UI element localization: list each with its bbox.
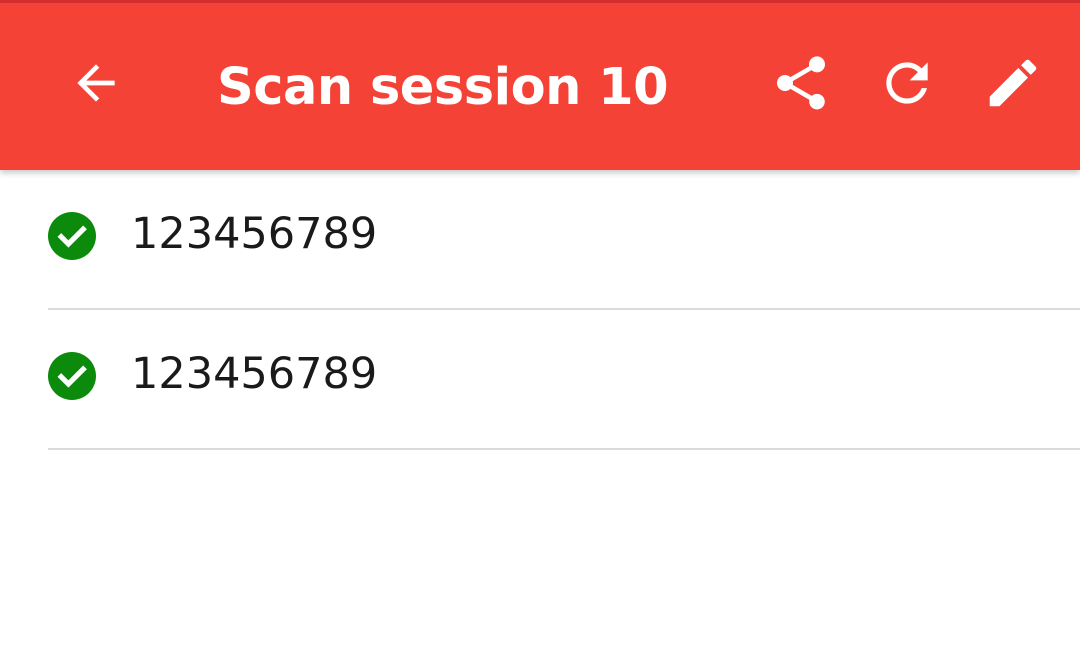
back-button[interactable] <box>41 28 151 138</box>
check-circle-icon <box>48 212 96 260</box>
app-screen: Scan session 10 123456789 123456789 <box>0 0 1080 648</box>
scan-value: 123456789 <box>131 209 378 259</box>
share-button[interactable] <box>746 28 856 138</box>
divider <box>48 448 1080 450</box>
edit-button[interactable] <box>958 28 1068 138</box>
scan-list-item[interactable]: 123456789 <box>0 310 1080 448</box>
pencil-icon <box>989 59 1037 107</box>
app-toolbar: Scan session 10 <box>0 0 1080 170</box>
scan-list-item[interactable]: 123456789 <box>0 170 1080 308</box>
share-icon <box>777 56 825 110</box>
refresh-button[interactable] <box>852 28 962 138</box>
page-title: Scan session 10 <box>217 58 669 117</box>
scan-value: 123456789 <box>131 349 378 399</box>
arrow-back-icon <box>77 64 115 102</box>
refresh-icon <box>886 62 928 104</box>
check-circle-icon <box>48 352 96 400</box>
scan-list: 123456789 123456789 <box>0 170 1080 450</box>
